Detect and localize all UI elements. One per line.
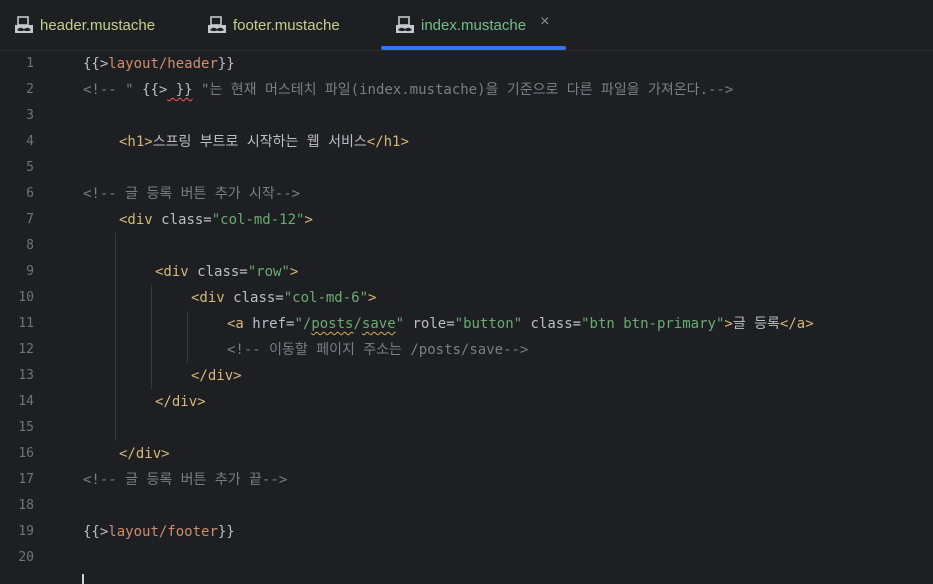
mustache-open: {{> [83,524,109,540]
comment-part: "는 현재 머스테치 파일(index.mustache)을 기준으로 다른 파… [192,82,734,98]
tag-close: > [289,264,299,280]
line-number: 17 [18,472,34,487]
line-number: 5 [26,160,34,175]
tab-label: index.mustache [421,16,527,34]
mustache-close: }} [217,524,235,540]
code-line-9: <div class="row"> [155,259,298,285]
tag-open: <div [191,290,234,306]
comment-mustache-open: {{> [142,82,168,98]
code-line-10: <div class="col-md-6"> [191,285,376,311]
line-number: 10 [18,290,34,305]
code-line-2: <!-- " {{> }} "는 현재 머스테치 파일(index.mustac… [83,77,733,103]
mustache-file-icon [395,16,415,34]
attr-value: "col-md-6" [283,290,369,306]
attr-value: "button" [454,316,523,332]
code-line-11: <a href="/posts/save" role="button" clas… [227,311,814,337]
tag-open: <div [119,212,162,228]
code-line-19: {{>layout/footer}} [83,519,235,545]
line-number: 16 [18,446,34,461]
code-line-4: <h1>스프링 부트로 시작하는 웹 서비스</h1> [119,129,409,155]
text-caret [82,574,84,584]
attr-name: class= [161,212,212,228]
tab-index-mustache[interactable]: index.mustache × [381,0,566,50]
line-number: 7 [26,212,34,227]
line-number: 2 [26,82,34,97]
tag-close: > [368,290,377,306]
mustache-close: }} [217,56,235,72]
attr-value: "row" [247,264,290,280]
mustache-open: {{> [83,56,109,72]
active-tab-indicator [381,46,566,50]
tab-footer-mustache[interactable]: footer.mustache [193,0,383,50]
line-number: 18 [18,498,34,513]
tab-label: header.mustache [40,16,156,34]
line-number: 3 [26,108,34,123]
code-line-7: <div class="col-md-12"> [119,207,313,233]
attr-value: / [353,316,362,332]
line-number: 14 [18,394,34,409]
tag-open: <h1> [119,134,153,150]
line-number: 20 [18,550,34,565]
code-area[interactable]: {{>layout/header}} <!-- " {{> }} "는 현재 머… [83,51,933,581]
tag-close: </a> [779,316,814,332]
tag-open: <a [227,316,253,332]
attr-value: "/ [294,316,312,332]
attr-value: "btn btn-primary" [581,316,725,332]
attr-value: posts [311,316,354,332]
line-number: 19 [18,524,34,539]
attr-value: save [361,316,396,332]
tag-text: 글 등록 [732,316,780,332]
tag-close: </h1> [366,134,409,150]
line-number: 8 [26,238,34,253]
line-number: 1 [26,56,34,71]
code-line-17: <!-- 글 등록 버튼 추가 끝--> [83,472,288,488]
attr-name: class= [522,316,582,332]
code-line-16: </div> [119,446,170,462]
attr-name: class= [233,290,284,306]
tag-close: > [304,212,313,228]
code-line-1: {{>layout/header}} [83,51,235,77]
mustache-file-icon [14,16,34,34]
code-line-14: </div> [155,394,206,410]
comment-part: <!-- " [83,82,143,98]
code-editor[interactable]: 1 2 3 4 5 6 7 8 9 10 11 12 13 14 15 16 1… [0,51,933,584]
tab-header-mustache[interactable]: header.mustache [0,0,190,50]
line-number: 15 [18,420,34,435]
indent-guide [115,233,116,441]
line-number: 4 [26,134,34,149]
attr-name: class= [197,264,248,280]
indent-guide [151,285,152,389]
comment-mustache-close: }} [167,82,193,98]
tag-text: 스프링 부트로 시작하는 웹 서비스 [152,134,367,150]
line-number: 6 [26,186,34,201]
editor-tab-bar: header.mustache footer.mustache index.mu… [0,0,933,51]
partial-path: layout/footer [108,524,218,540]
line-number: 13 [18,368,34,383]
line-number-gutter: 1 2 3 4 5 6 7 8 9 10 11 12 13 14 15 16 1… [0,51,80,581]
code-line-12: <!-- 이동할 페이지 주소는 /posts/save--> [227,342,529,358]
code-line-6: <!-- 글 등록 버튼 추가 시작--> [83,186,301,202]
tag-open: <div [155,264,198,280]
line-number: 11 [18,316,34,331]
tab-label: footer.mustache [233,16,340,34]
partial-path: layout/header [108,56,218,72]
attr-value: " [395,316,405,332]
attr-value: "col-md-12" [211,212,305,228]
indent-guide [187,311,188,363]
line-number: 9 [26,264,34,279]
code-line-13: </div> [191,368,242,384]
attr-name: role= [404,316,455,332]
tag-gt: > [724,316,733,332]
close-tab-icon[interactable]: × [540,13,549,31]
line-number: 12 [18,342,34,357]
mustache-file-icon [207,16,227,34]
attr-name: href= [252,316,295,332]
